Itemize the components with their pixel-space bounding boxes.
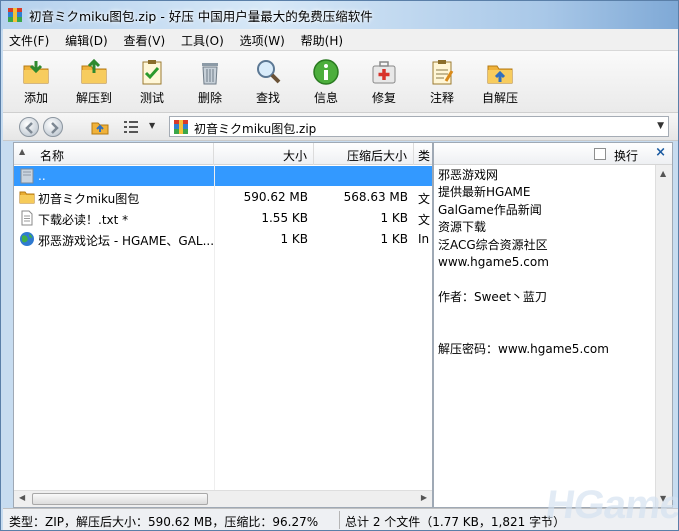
add-button[interactable]: 添加: [7, 55, 65, 109]
info-button[interactable]: 信息: [297, 55, 355, 109]
zip-archive-icon: [174, 120, 188, 134]
status-archive-info: 类型：ZIP，解压后大小：590.62 MB，压缩比：96.27%: [9, 515, 319, 529]
self-extract-icon: [487, 65, 513, 84]
path-dropdown-icon[interactable]: ▼: [657, 121, 664, 131]
scroll-right-icon[interactable]: ▶: [421, 493, 427, 502]
app-window: 初音ミクmiku图包.zip - 好压 中国用户量最大的免费压缩软件 文件(F)…: [0, 0, 679, 531]
window-title: 初音ミクmiku图包.zip - 好压 中国用户量最大的免费压缩软件: [29, 9, 373, 24]
repair-button[interactable]: 修复: [355, 55, 413, 109]
wrap-label: 换行: [614, 149, 639, 163]
scroll-thumb[interactable]: [32, 493, 208, 505]
path-field[interactable]: 初音ミクmiku图包.zip ▼: [169, 116, 669, 137]
file-size: 1.55 KB: [261, 211, 308, 225]
note-icon: [432, 60, 454, 85]
scroll-left-icon[interactable]: ◀: [19, 493, 25, 502]
test-clipboard-icon: [142, 60, 162, 85]
haozip-app-icon: [8, 8, 22, 22]
file-name: 邪恶游戏论坛 - HGAME、GAL...: [38, 234, 214, 248]
view-mode-icon[interactable]: [123, 120, 139, 134]
up-folder-icon: [20, 168, 34, 184]
title-bar[interactable]: 初音ミクmiku图包.zip - 好压 中国用户量最大的免费压缩软件: [1, 1, 678, 29]
comment-button[interactable]: 注释: [413, 55, 471, 109]
col-packed-size[interactable]: 压缩后大小: [314, 143, 414, 165]
self-extract-button[interactable]: 自解压: [471, 55, 529, 109]
horizontal-scrollbar[interactable]: ◀ ▶: [14, 490, 432, 507]
file-packed-size: 1 KB: [380, 232, 408, 246]
extract-to-button[interactable]: 解压到: [65, 55, 123, 109]
folder-icon: [19, 191, 35, 204]
file-name: 下载必读！.txt *: [38, 213, 129, 227]
file-row-folder[interactable]: 初音ミクmiku图包 590.62 MB 568.63 MB 文: [14, 187, 432, 207]
file-list: ▲ 名称 大小 压缩后大小 类 .. 初音ミクmiku图包 590.62 MB …: [13, 142, 434, 508]
file-type: 文: [418, 192, 431, 206]
col-size[interactable]: 大小: [214, 143, 314, 165]
test-button[interactable]: 测试: [123, 55, 181, 109]
status-total: 总计 2 个文件（1.77 KB，1,821 字节）: [345, 515, 566, 529]
arrow-right-icon: [51, 122, 59, 134]
menu-tools[interactable]: 工具(O): [175, 29, 230, 51]
file-row-txt[interactable]: 下载必读！.txt * 1.55 KB 1 KB 文: [14, 208, 432, 228]
file-packed-size: 1 KB: [380, 211, 408, 225]
forward-button[interactable]: [43, 117, 63, 137]
wrap-checkbox[interactable]: [594, 148, 606, 160]
magnifier-icon: [257, 60, 281, 84]
column-divider: [214, 165, 215, 491]
col-name[interactable]: ▲ 名称: [14, 143, 214, 165]
file-size: 1 KB: [280, 232, 308, 246]
find-button[interactable]: 查找: [239, 55, 297, 109]
menu-view[interactable]: 查看(V): [118, 29, 172, 51]
back-button[interactable]: [19, 117, 39, 137]
chevron-down-icon[interactable]: ▼: [149, 121, 155, 130]
address-bar: ▼ 初音ミクmiku图包.zip ▼: [3, 113, 678, 141]
menu-options[interactable]: 选项(W): [234, 29, 291, 51]
trash-icon: [202, 63, 218, 85]
file-name: ..: [38, 169, 46, 183]
comment-panel-header: 换行 ×: [434, 143, 672, 165]
site-watermark: HGame5.com: [542, 483, 679, 527]
path-text: 初音ミクmiku图包.zip: [194, 122, 317, 136]
menu-edit[interactable]: 编辑(D): [59, 29, 114, 51]
up-folder-icon[interactable]: [91, 119, 109, 135]
status-separator: [339, 511, 340, 529]
internet-shortcut-icon: [20, 232, 34, 246]
arrow-left-icon: [25, 122, 33, 134]
comment-panel: 换行 × 邪恶游戏网 提供最新HGAME GalGame作品新闻 资源下载 泛A…: [433, 142, 673, 508]
sort-arrow-icon: ▲: [19, 147, 26, 156]
first-aid-icon: [372, 61, 396, 84]
menu-bar: 文件(F) 编辑(D) 查看(V) 工具(O) 选项(W) 帮助(H): [3, 29, 678, 51]
comment-text: 邪恶游戏网 提供最新HGAME GalGame作品新闻 资源下载 泛ACG综合资…: [438, 168, 609, 357]
toolbar: 添加 解压到 测试 删除 查找 信息 修复 注释 自解压: [3, 51, 678, 113]
file-type: 文: [418, 213, 431, 227]
add-folder-icon: [23, 61, 49, 84]
scroll-up-icon[interactable]: ▲: [660, 169, 666, 178]
info-icon: [313, 59, 339, 85]
delete-button[interactable]: 删除: [181, 55, 239, 109]
vertical-scrollbar[interactable]: ▲ ▼: [655, 165, 672, 507]
file-row-url[interactable]: 邪恶游戏论坛 - HGAME、GAL... 1 KB 1 KB In: [14, 229, 432, 249]
file-packed-size: 568.63 MB: [343, 190, 408, 204]
col-type[interactable]: 类: [414, 143, 434, 165]
close-icon[interactable]: ×: [655, 145, 666, 160]
file-size: 590.62 MB: [243, 190, 308, 204]
text-file-icon: [21, 210, 33, 226]
column-header: ▲ 名称 大小 压缩后大小 类: [14, 143, 434, 165]
file-row-parent[interactable]: ..: [14, 166, 432, 186]
menu-help[interactable]: 帮助(H): [295, 29, 349, 51]
extract-folder-icon: [81, 58, 107, 84]
file-type: In: [418, 232, 430, 246]
file-name: 初音ミクmiku图包: [38, 192, 140, 206]
menu-file[interactable]: 文件(F): [3, 29, 55, 51]
